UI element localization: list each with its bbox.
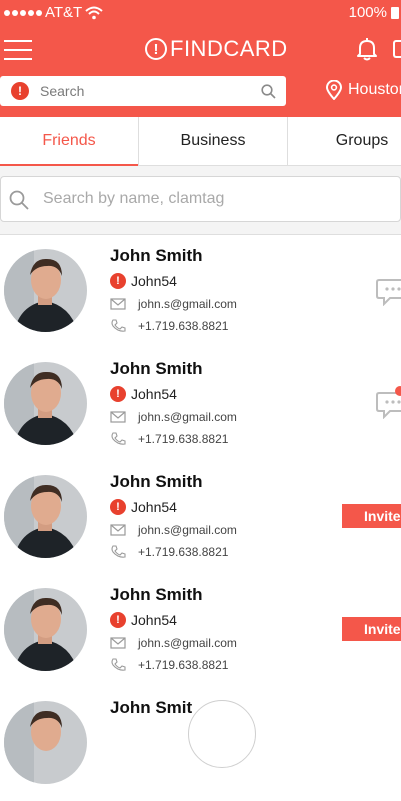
contact-row[interactable]: John Smith ! John54 john.s@gmail.com +1.… [0,575,401,689]
contact-email: john.s@gmail.com [110,636,237,650]
envelope-icon [110,298,126,310]
contact-clamtag: ! John54 [110,273,177,289]
wifi-icon [85,6,103,19]
clamtag-icon: ! [110,499,126,515]
contacts-search-placeholder: Search by name, clamtag [43,190,225,207]
contact-name: John Smith [110,359,203,378]
app-title: FINDCARD [170,36,288,61]
phone-label: +1.719.638.8821 [138,658,229,672]
clamtag-label: John54 [131,386,177,402]
message-icon[interactable] [393,40,401,58]
search-icon [9,190,29,210]
clamtag-icon: ! [110,612,126,628]
contact-phone: +1.719.638.8821 [110,319,228,333]
contacts-search-input[interactable]: Search by name, clamtag [0,176,401,222]
bell-icon[interactable] [356,37,378,61]
alert-icon: ! [11,82,29,100]
phone-label: +1.719.638.8821 [138,319,229,333]
contact-clamtag: ! John54 [110,386,177,402]
clamtag-label: John54 [131,499,177,515]
contact-row[interactable]: John Smith ! John54 john.s@gmail.com +1.… [0,349,401,463]
app-logo: ! FINDCARD [145,36,288,62]
phone-icon [111,432,126,445]
contact-email: john.s@gmail.com [110,410,237,424]
tab-groups[interactable]: Groups [288,117,401,165]
avatar [4,362,87,445]
search-icon[interactable] [261,84,276,99]
contact-email: john.s@gmail.com [110,523,237,537]
brand-mark-icon: ! [145,38,167,60]
global-search-placeholder: Search [40,83,85,99]
avatar [4,249,87,332]
contact-name: John Smith [110,246,203,265]
hamburger-icon[interactable] [4,40,32,60]
avatar [4,588,87,671]
clamtag-label: John54 [131,273,177,289]
clamtag-icon: ! [110,273,126,289]
envelope-icon [110,411,126,423]
contact-clamtag: ! John54 [110,612,177,628]
contact-email: john.s@gmail.com [110,297,237,311]
phone-icon [111,545,126,558]
location-selector[interactable]: Houston [326,80,401,100]
unread-badge [395,386,401,396]
email-label: john.s@gmail.com [138,410,237,424]
avatar [4,701,87,784]
contact-name: John Smith [110,472,203,491]
signal-icon [4,9,42,16]
phone-label: +1.719.638.8821 [138,545,229,559]
email-label: john.s@gmail.com [138,297,237,311]
email-label: john.s@gmail.com [138,636,237,650]
envelope-icon [110,637,126,649]
contact-name: John Smith [110,585,203,604]
invite-button[interactable]: Invite [342,504,401,528]
tab-bar: Friends Business Groups [0,117,401,166]
contact-row[interactable]: John Smith ! John54 john.s@gmail.com +1.… [0,462,401,576]
contacts-search-area: Search by name, clamtag [0,166,401,235]
contact-clamtag: ! John54 [110,499,177,515]
floating-action-button[interactable] [188,700,256,768]
avatar [4,475,87,558]
status-bar: AT&T 100% [0,0,401,28]
tab-business[interactable]: Business [139,117,287,165]
contact-name: John Smit [110,698,193,717]
phone-icon [111,319,126,332]
contact-phone: +1.719.638.8821 [110,545,228,559]
contact-phone: +1.719.638.8821 [110,658,228,672]
battery-indicator: 100% [349,4,399,21]
global-search-input[interactable]: ! Search [0,76,286,106]
invite-button[interactable]: Invite [342,617,401,641]
chat-icon[interactable] [376,278,401,306]
tab-label: Friends [42,132,96,149]
app-header: AT&T 100% ! FINDCARD ! Search Housto [0,0,401,117]
phone-icon [111,658,126,671]
battery-icon [391,6,399,19]
carrier-label: AT&T [45,4,83,21]
email-label: john.s@gmail.com [138,523,237,537]
envelope-icon [110,524,126,536]
tab-label: Groups [335,132,389,149]
contact-row[interactable]: John Smith ! John54 john.s@gmail.com +1.… [0,236,401,350]
nav-bar: ! FINDCARD [0,28,401,72]
contact-phone: +1.719.638.8821 [110,432,228,446]
carrier-indicator: AT&T [4,4,103,21]
clamtag-icon: ! [110,386,126,402]
tab-label: Business [180,132,246,149]
map-pin-icon [326,80,342,100]
location-label: Houston [348,81,401,98]
clamtag-label: John54 [131,612,177,628]
tab-friends[interactable]: Friends [0,117,138,165]
battery-label: 100% [348,4,387,21]
phone-label: +1.719.638.8821 [138,432,229,446]
